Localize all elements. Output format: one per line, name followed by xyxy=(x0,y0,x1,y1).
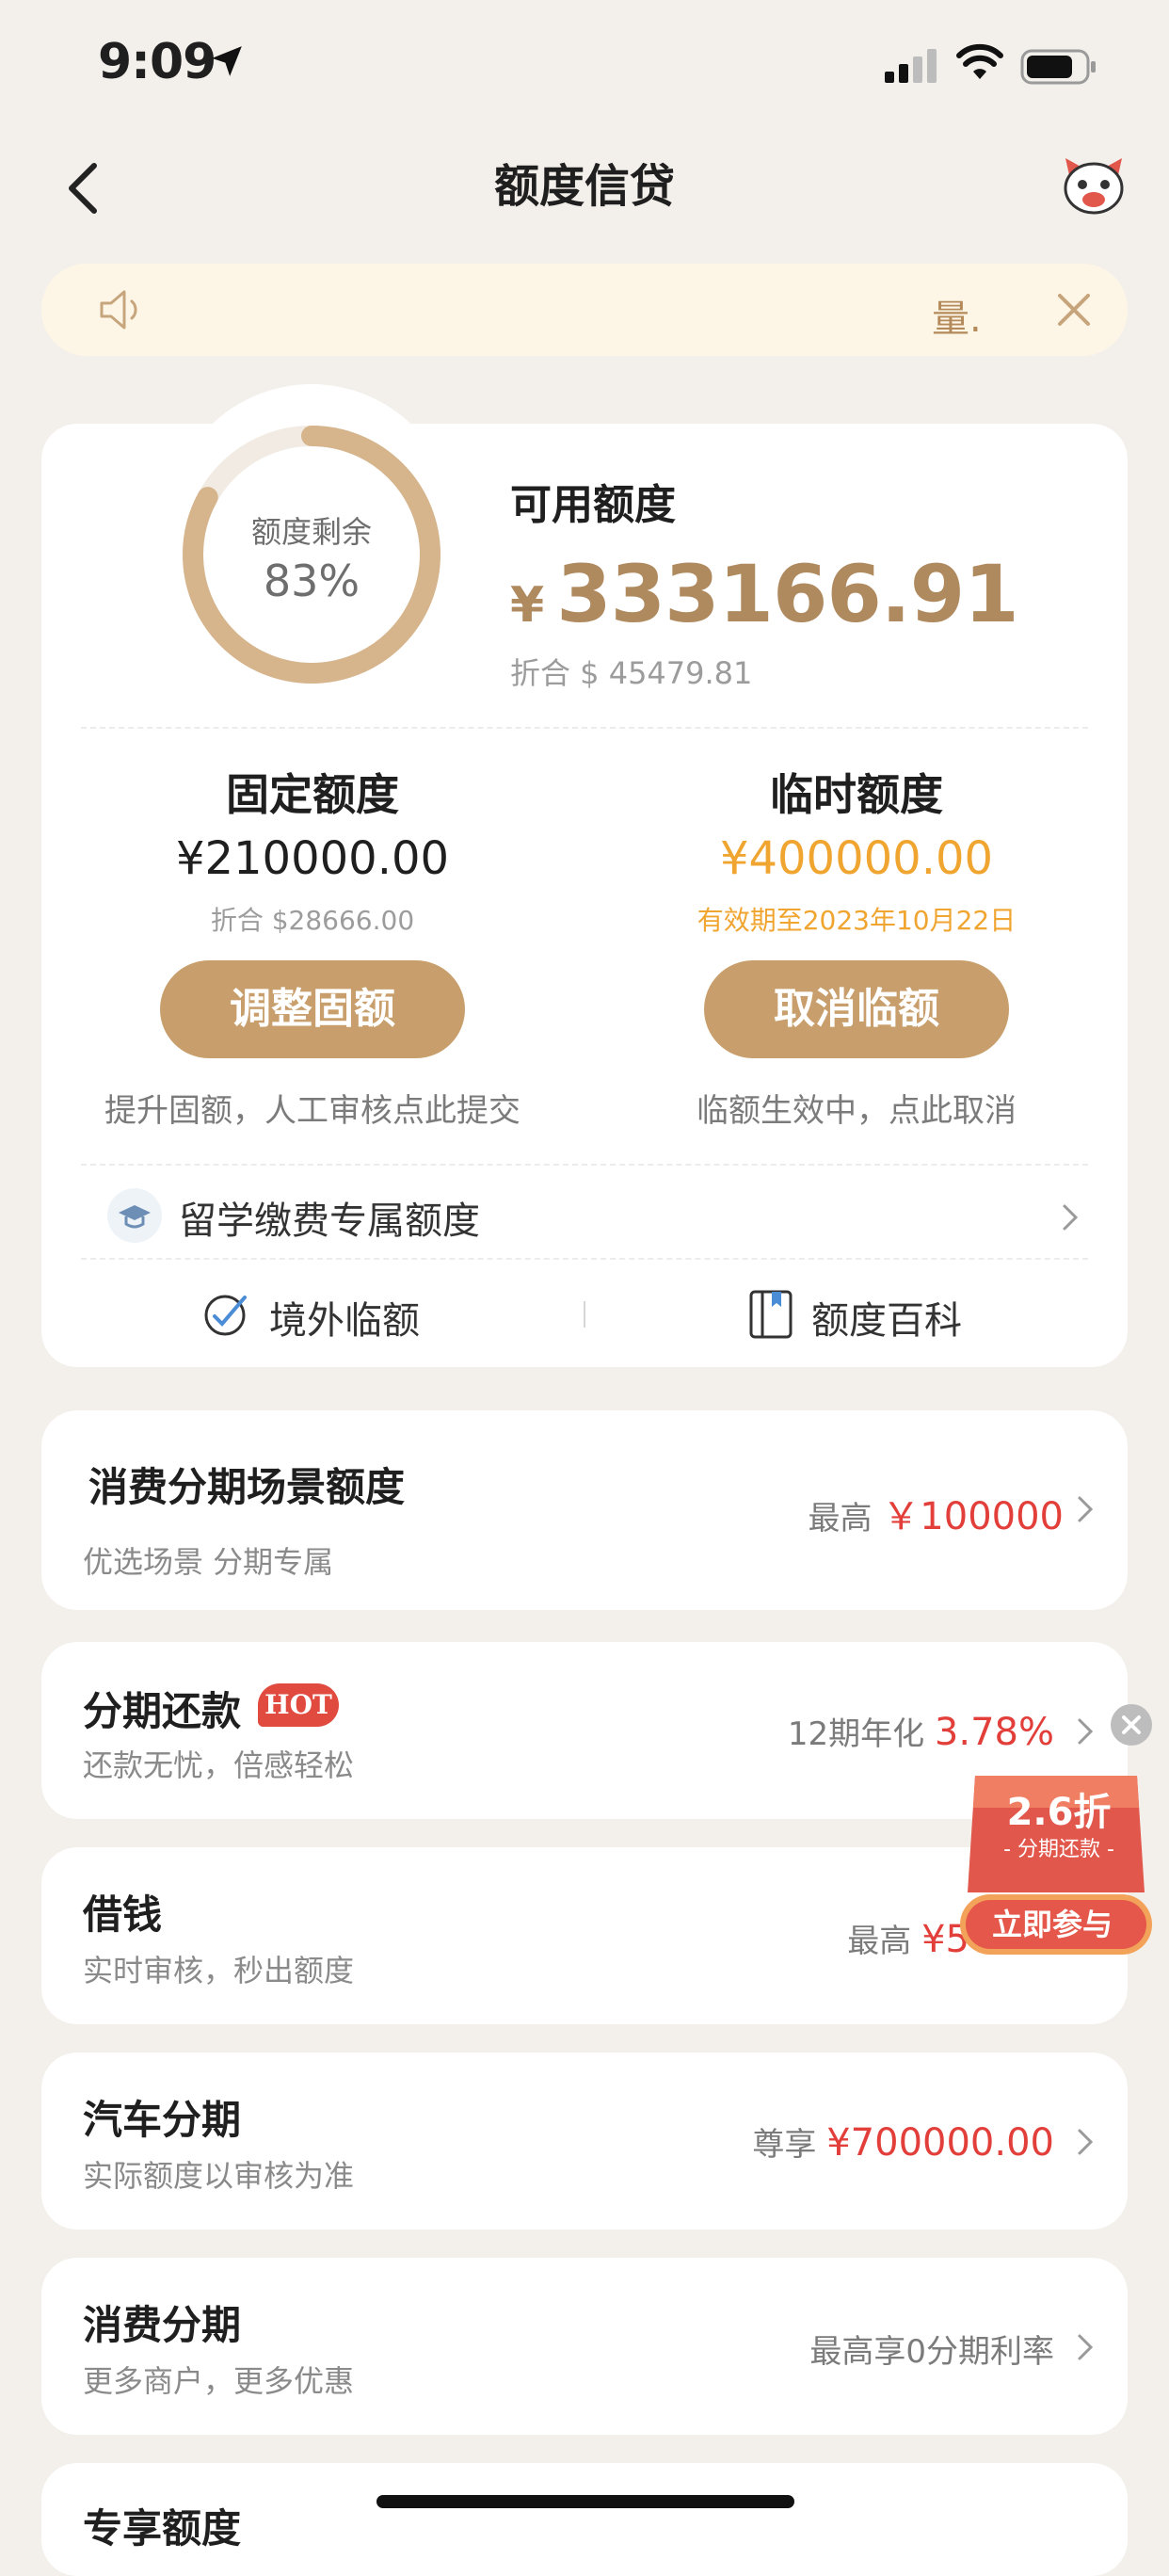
divider xyxy=(81,1164,1088,1166)
temp-credit-note[interactable]: 临额生效中，点此取消 xyxy=(593,1085,1120,1131)
list-item-title: 专享额度 xyxy=(83,2505,242,2552)
adjust-fixed-credit-button[interactable]: 调整固额 xyxy=(160,960,465,1058)
signal-icon xyxy=(885,49,937,83)
promo-join-button[interactable]: 立即参与 xyxy=(954,1894,1150,1955)
chevron-right-icon xyxy=(1078,1718,1094,1745)
fixed-credit-note[interactable]: 提升固额，人工审核点此提交 xyxy=(49,1085,576,1131)
list-item-value: 最高 ¥5 xyxy=(565,1915,969,1961)
list-item-subtitle: 更多商户，更多优惠 xyxy=(83,2363,355,2399)
graduation-cap-icon xyxy=(107,1188,162,1243)
notice-text: 量. xyxy=(932,298,982,341)
chevron-right-icon xyxy=(1063,1204,1079,1231)
value-amount: ￥100000 xyxy=(882,1495,1064,1538)
divider xyxy=(81,727,1088,729)
list-item-title: 消费分期 xyxy=(83,2302,242,2348)
promo-discount: 2.6折 xyxy=(1006,1791,1112,1834)
status-time: 9:09 xyxy=(98,34,216,90)
mascot-icon[interactable] xyxy=(1060,156,1128,217)
link-separator xyxy=(584,1301,585,1328)
list-item-title: 分期还款 xyxy=(83,1688,242,1734)
divider xyxy=(81,1258,1088,1260)
ring-label: 额度剩余 xyxy=(250,514,372,550)
hot-badge: HOT xyxy=(258,1683,339,1727)
list-item-title: 借钱 xyxy=(83,1892,163,1938)
available-credit-title: 可用额度 xyxy=(510,481,676,529)
close-icon[interactable] xyxy=(1054,290,1094,330)
fixed-credit-amount: ¥210000.00 xyxy=(175,832,450,885)
available-amount-value: 333166.91 xyxy=(556,548,1018,640)
temp-credit-amount: ¥400000.00 xyxy=(719,832,994,885)
list-item-value: 最高 ￥100000 xyxy=(565,1486,1064,1540)
promo-subtitle: - 分期还款 - xyxy=(1003,1838,1114,1861)
book-icon xyxy=(749,1290,793,1339)
fixed-credit-converted: 折合 $28666.00 xyxy=(210,905,415,936)
list-item-title: 消费分期场景额度 xyxy=(88,1464,406,1510)
temp-credit-title: 临时额度 xyxy=(770,769,943,820)
ring-percentage: 83% xyxy=(263,555,360,606)
list-item-title: 汽车分期 xyxy=(83,2097,242,2143)
chevron-right-icon xyxy=(1078,2334,1094,2360)
value-prefix: 最高 xyxy=(808,1500,873,1538)
value-prefix: 12期年化 xyxy=(787,1715,925,1753)
list-item-subtitle: 还款无忧，倍感轻松 xyxy=(83,1747,355,1783)
temp-credit-validity: 有效期至2023年10月22日 xyxy=(697,905,1017,936)
list-item-value: 最高享0分期利率 xyxy=(565,2326,1054,2372)
value-rate: 3.78% xyxy=(934,1711,1054,1754)
home-indicator xyxy=(376,2495,794,2508)
list-item-value: 尊享 ¥700000.00 xyxy=(527,2118,1054,2165)
value-prefix: 尊享 xyxy=(752,2126,817,2164)
page-title: 额度信贷 xyxy=(493,160,675,213)
remaining-credit-ring xyxy=(183,426,440,684)
overseas-credit-icon xyxy=(204,1295,247,1336)
cancel-temp-credit-button[interactable]: 取消临额 xyxy=(704,960,1009,1058)
chevron-right-icon xyxy=(1078,2129,1094,2155)
value-prefix: 最高 xyxy=(847,1923,912,1960)
currency-symbol: ¥ xyxy=(510,577,544,634)
value-prefix: 最高享0分期利率 xyxy=(809,2333,1054,2371)
list-item-subtitle: 实时审核，秒出额度 xyxy=(83,1953,355,1988)
chevron-right-icon xyxy=(1078,1496,1094,1522)
available-credit-amount: ¥333166.91 xyxy=(510,548,1019,640)
battery-icon xyxy=(1020,49,1096,85)
available-credit-converted: 折合 $ 45479.81 xyxy=(510,655,753,691)
speaker-icon xyxy=(100,290,137,330)
list-item-subtitle: 优选场景 分期专属 xyxy=(83,1544,334,1580)
credit-encyclopedia-link[interactable]: 额度百科 xyxy=(811,1290,962,1344)
promo-close-button[interactable] xyxy=(1111,1704,1152,1746)
list-item-subtitle: 实际额度以审核为准 xyxy=(83,2158,355,2194)
location-arrow-icon xyxy=(212,46,242,76)
value-amount: ¥700000.00 xyxy=(826,2121,1054,2165)
wifi-icon xyxy=(956,43,1003,79)
study-abroad-credit-link[interactable]: 留学缴费专属额度 xyxy=(179,1190,480,1245)
fixed-credit-title: 固定额度 xyxy=(226,769,399,820)
overseas-temp-credit-link[interactable]: 境外临额 xyxy=(269,1290,420,1344)
list-item-value: 12期年化 3.78% xyxy=(565,1708,1054,1754)
